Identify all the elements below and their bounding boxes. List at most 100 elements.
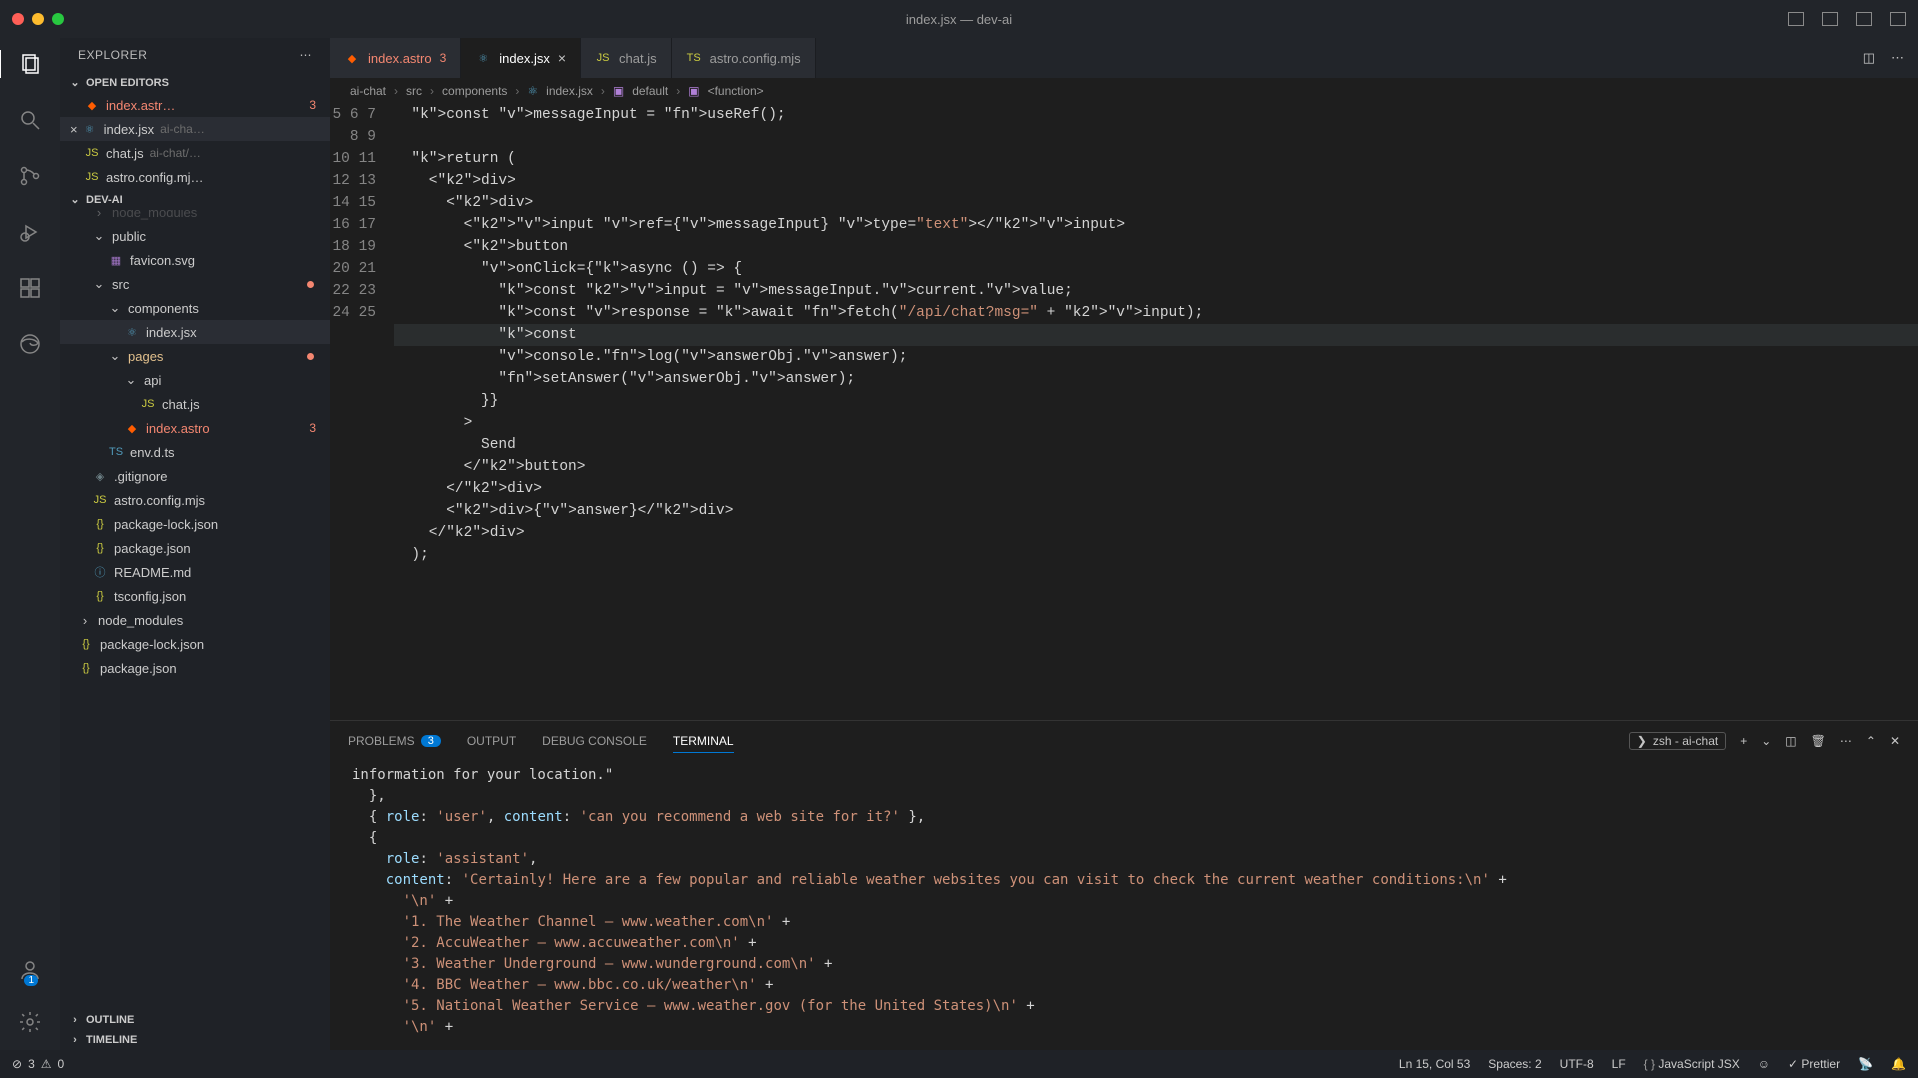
code-editor[interactable]: 5 6 7 8 9 10 11 12 13 14 15 16 17 18 19 … — [330, 104, 1918, 720]
minimize-window-button[interactable] — [32, 13, 44, 25]
open-editor-item[interactable]: ◆ index.astr… 3 — [60, 93, 330, 117]
tree-folder-components[interactable]: ⌄components — [60, 296, 330, 320]
status-copilot-icon[interactable]: ☺ — [1758, 1057, 1770, 1071]
tab-index-jsx[interactable]: ⚛ index.jsx × — [461, 38, 581, 78]
open-editor-item[interactable]: JS astro.config.mj… — [60, 165, 330, 189]
svg-file-icon: ▦ — [108, 252, 124, 268]
tree-file[interactable]: {}tsconfig.json — [60, 584, 330, 608]
tree-file[interactable]: {}package-lock.json — [60, 632, 330, 656]
open-editors-header[interactable]: ⌄ OPEN EDITORS — [60, 72, 330, 93]
edge-icon[interactable] — [16, 330, 44, 358]
explorer-icon[interactable] — [0, 50, 59, 78]
status-problems[interactable]: ⊘3 ⚠0 — [12, 1057, 64, 1071]
astro-file-icon: ◆ — [84, 97, 100, 113]
tab-astro-config[interactable]: TS astro.config.mjs — [672, 38, 816, 78]
panel-tab-output[interactable]: OUTPUT — [467, 734, 516, 748]
error-icon: ⊘ — [12, 1057, 22, 1071]
js-file-icon: JS — [92, 492, 108, 508]
tree-folder-public[interactable]: ⌄public — [60, 224, 330, 248]
tab-chat-js[interactable]: JS chat.js — [581, 38, 672, 78]
status-language[interactable]: { } JavaScript JSX — [1644, 1057, 1740, 1071]
terminal-dropdown-icon[interactable]: ⌄ — [1761, 734, 1771, 748]
close-icon[interactable]: × — [70, 122, 78, 137]
gitignore-file-icon: ◈ — [92, 468, 108, 484]
tree-folder-api[interactable]: ⌄api — [60, 368, 330, 392]
search-icon[interactable] — [16, 106, 44, 134]
project-header[interactable]: ⌄ DEV-AI — [60, 189, 330, 210]
json-file-icon: {} — [78, 660, 94, 676]
split-editor-icon[interactable]: ◫ — [1863, 50, 1875, 66]
sidebar: EXPLORER ⋯ ⌄ OPEN EDITORS ◆ index.astr… … — [60, 38, 330, 1050]
tree-file-index-astro[interactable]: ◆index.astro3 — [60, 416, 330, 440]
settings-gear-icon[interactable] — [16, 1008, 44, 1036]
status-cursor-position[interactable]: Ln 15, Col 53 — [1399, 1057, 1470, 1071]
panel-bottom-icon[interactable] — [1822, 12, 1838, 26]
accounts-icon[interactable]: 1 — [16, 956, 44, 984]
markdown-file-icon: ⓘ — [92, 564, 108, 580]
panel-tab-terminal[interactable]: TERMINAL — [673, 734, 734, 753]
tab-index-astro[interactable]: ◆ index.astro 3 — [330, 38, 461, 78]
close-tab-icon[interactable]: × — [558, 50, 566, 66]
traffic-lights — [12, 13, 64, 25]
chevron-down-icon: ⌄ — [92, 228, 106, 244]
panel-tab-debug[interactable]: DEBUG CONSOLE — [542, 734, 647, 748]
json-file-icon: {} — [92, 588, 108, 604]
panel-right-icon[interactable] — [1856, 12, 1872, 26]
chevron-down-icon: ⌄ — [92, 276, 106, 292]
tree-file[interactable]: ▦favicon.svg — [60, 248, 330, 272]
react-file-icon: ⚛ — [124, 324, 140, 340]
chevron-down-icon: ⌄ — [124, 372, 138, 388]
warning-icon: ⚠ — [41, 1057, 52, 1071]
react-file-icon: ⚛ — [82, 121, 98, 137]
status-prettier[interactable]: ✓ Prettier — [1788, 1057, 1840, 1071]
more-icon[interactable]: ⋯ — [300, 48, 313, 62]
outline-header[interactable]: ›OUTLINE — [60, 1010, 330, 1030]
status-eol[interactable]: LF — [1612, 1057, 1626, 1071]
tree-folder[interactable]: ›node_modules — [60, 608, 330, 632]
open-editor-item[interactable]: JS chat.js ai-chat/… — [60, 141, 330, 165]
terminal-shell-select[interactable]: ❯zsh - ai-chat — [1629, 732, 1726, 750]
status-feedback-icon[interactable]: 📡 — [1858, 1057, 1873, 1071]
status-encoding[interactable]: UTF-8 — [1560, 1057, 1594, 1071]
layout-grid-icon[interactable] — [1890, 12, 1906, 26]
terminal-output[interactable]: information for your location." }, { rol… — [330, 761, 1918, 1050]
symbol-icon: ▣ — [688, 84, 699, 98]
tree-folder[interactable]: ›node_modules — [60, 210, 330, 224]
tree-file[interactable]: ⓘREADME.md — [60, 560, 330, 584]
more-icon[interactable]: ⋯ — [1840, 734, 1852, 748]
status-bar: ⊘3 ⚠0 Ln 15, Col 53 Spaces: 2 UTF-8 LF {… — [0, 1050, 1918, 1078]
maximize-window-button[interactable] — [52, 13, 64, 25]
source-control-icon[interactable] — [16, 162, 44, 190]
status-bell-icon[interactable]: 🔔 — [1891, 1057, 1906, 1071]
tree-folder-pages[interactable]: ⌄pages — [60, 344, 330, 368]
tree-file[interactable]: {}package.json — [60, 656, 330, 680]
panel-tab-problems[interactable]: PROBLEMS 3 — [348, 734, 441, 748]
json-file-icon: {} — [92, 540, 108, 556]
extensions-icon[interactable] — [16, 274, 44, 302]
tree-file[interactable]: JSchat.js — [60, 392, 330, 416]
timeline-header[interactable]: ›TIMELINE — [60, 1030, 330, 1050]
maximize-panel-icon[interactable]: ⌃ — [1866, 734, 1876, 748]
tree-file[interactable]: {}package-lock.json — [60, 512, 330, 536]
code-content[interactable]: "k">const "v">messageInput = "fn">useRef… — [394, 104, 1918, 720]
tree-folder-src[interactable]: ⌄src — [60, 272, 330, 296]
new-terminal-icon[interactable]: + — [1740, 734, 1747, 748]
tree-file[interactable]: {}package.json — [60, 536, 330, 560]
split-terminal-icon[interactable]: ◫ — [1785, 734, 1796, 748]
run-debug-icon[interactable] — [16, 218, 44, 246]
panel-left-icon[interactable] — [1788, 12, 1804, 26]
tree-file[interactable]: JSastro.config.mjs — [60, 488, 330, 512]
close-window-button[interactable] — [12, 13, 24, 25]
more-actions-icon[interactable]: ⋯ — [1891, 50, 1904, 66]
breadcrumb[interactable]: ai-chat› src› components› ⚛index.jsx› ▣d… — [330, 78, 1918, 104]
tree-file-index-jsx[interactable]: ⚛index.jsx — [60, 320, 330, 344]
explorer-title: EXPLORER — [78, 48, 147, 62]
tree-file[interactable]: TSenv.d.ts — [60, 440, 330, 464]
js-file-icon: JS — [140, 396, 156, 412]
close-panel-icon[interactable]: ✕ — [1890, 734, 1900, 748]
tree-file[interactable]: ◈.gitignore — [60, 464, 330, 488]
status-spaces[interactable]: Spaces: 2 — [1488, 1057, 1541, 1071]
kill-terminal-icon[interactable]: 🗑 — [1811, 734, 1826, 748]
react-file-icon: ⚛ — [527, 84, 538, 98]
open-editor-item[interactable]: × ⚛ index.jsx ai-cha… — [60, 117, 330, 141]
